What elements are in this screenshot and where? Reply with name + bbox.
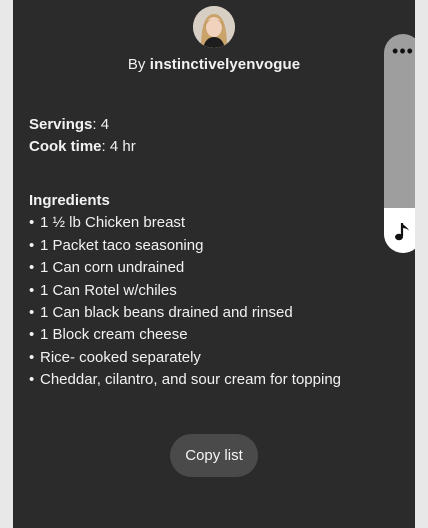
ingredient-item: 1 Can Rotel w/chiles (29, 280, 341, 302)
ingredients-list: 1 ½ lb Chicken breast 1 Packet taco seas… (29, 212, 341, 391)
servings-row: Servings: 4 (29, 114, 136, 136)
more-horizontal-icon[interactable]: ••• (384, 38, 415, 68)
author-handle[interactable]: instinctivelyenvogue (150, 56, 300, 73)
author-line: By instinctivelyenvogue (13, 56, 415, 73)
recipe-meta: Servings: 4 Cook time: 4 hr (29, 114, 136, 158)
cook-time-row: Cook time: 4 hr (29, 136, 136, 158)
servings-label: Servings (29, 116, 93, 133)
avatar-image (193, 6, 235, 48)
ingredients-heading: Ingredients (29, 192, 110, 209)
ingredient-item: 1 Block cream cheese (29, 324, 341, 346)
ingredient-item: 1 Can corn undrained (29, 257, 341, 279)
cook-time-label: Cook time (29, 138, 102, 155)
servings-value: : 4 (92, 116, 110, 133)
copy-list-button[interactable]: Copy list (170, 434, 258, 477)
author-avatar[interactable] (193, 6, 235, 48)
music-note-icon (395, 223, 409, 241)
ingredient-item: Rice- cooked separately (29, 347, 341, 369)
cook-time-value: : 4 hr (101, 138, 136, 155)
author-prefix: By (127, 56, 150, 73)
ingredients-section: Ingredients 1 ½ lb Chicken breast 1 Pack… (29, 190, 341, 392)
recipe-card: By instinctivelyenvogue Servings: 4 Cook… (13, 0, 415, 528)
music-button[interactable] (384, 208, 415, 253)
ingredient-item: Cheddar, cilantro, and sour cream for to… (29, 369, 341, 391)
side-action-panel: ••• (384, 34, 415, 253)
ingredient-item: 1 Packet taco seasoning (29, 235, 341, 257)
ingredient-item: 1 Can black beans drained and rinsed (29, 302, 341, 324)
ingredient-item: 1 ½ lb Chicken breast (29, 212, 341, 234)
